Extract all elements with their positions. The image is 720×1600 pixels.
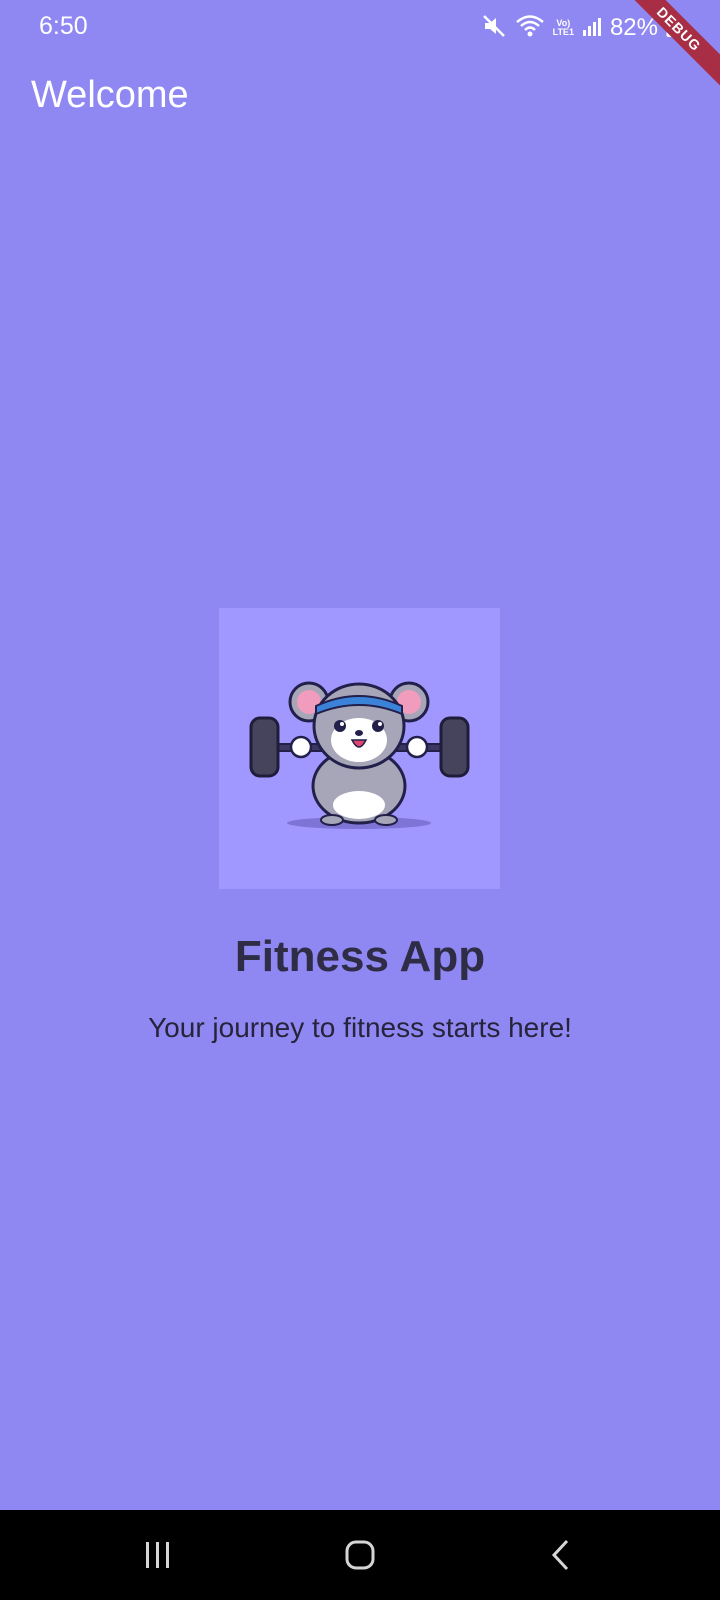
volte-icon: Vo) LTE1 xyxy=(553,19,574,37)
battery-percent: 82% xyxy=(609,14,658,41)
status-time: 6:50 xyxy=(39,12,88,40)
recent-apps-icon xyxy=(146,1542,169,1568)
home-icon xyxy=(345,1540,375,1570)
volte-label-line2: LTE1 xyxy=(552,27,574,37)
app-bar-title: Welcome xyxy=(31,74,189,116)
hero-title: Fitness App xyxy=(234,932,486,981)
hero-image xyxy=(219,608,500,889)
status-bar: 6:50 Vo) LTE1 82% xyxy=(0,0,720,56)
navigation-bar xyxy=(0,1510,720,1600)
mute-icon xyxy=(481,13,507,44)
signal-icon xyxy=(582,15,602,42)
home-button[interactable] xyxy=(330,1530,390,1580)
back-icon xyxy=(551,1539,569,1571)
mouse-mascot-illustration xyxy=(249,681,470,829)
wifi-icon xyxy=(515,13,545,44)
recent-apps-button[interactable] xyxy=(128,1530,188,1580)
hero-subtitle: Your journey to fitness starts here! xyxy=(148,1012,572,1043)
back-button[interactable] xyxy=(531,1530,591,1580)
